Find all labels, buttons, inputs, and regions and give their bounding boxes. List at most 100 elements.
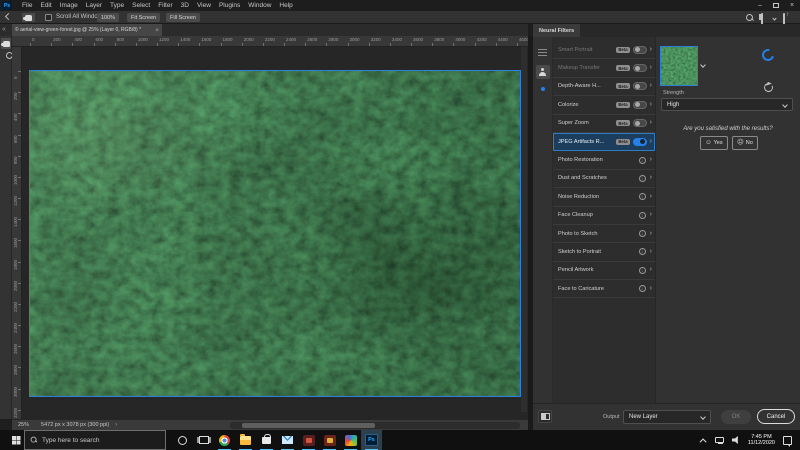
- preview-toggle-button[interactable]: [538, 410, 552, 423]
- taskbar-file-explorer-icon[interactable]: [235, 430, 256, 450]
- menu-layer[interactable]: Layer: [82, 0, 106, 11]
- taskbar-mail-icon[interactable]: [277, 430, 298, 450]
- fit-screen-button[interactable]: Fit Screen: [127, 13, 161, 22]
- collapse-tools-icon[interactable]: «: [2, 26, 6, 34]
- taskbar-cortana-icon[interactable]: [172, 430, 193, 450]
- info-icon[interactable]: [638, 285, 646, 293]
- filter-toggle[interactable]: [632, 45, 647, 54]
- filter-row-face-to-caricature[interactable]: Face to Caricature ›: [553, 280, 655, 299]
- all-filters-icon[interactable]: [538, 49, 547, 56]
- scroll-all-windows-checkbox[interactable]: [45, 14, 52, 21]
- taskbar-app-red-2-icon[interactable]: [319, 430, 340, 450]
- output-value: New Layer: [629, 414, 658, 420]
- taskbar-store-icon[interactable]: [256, 430, 277, 450]
- info-icon[interactable]: [638, 193, 646, 201]
- filter-toggle[interactable]: [632, 137, 647, 146]
- fill-screen-button[interactable]: Fill Screen: [166, 13, 200, 22]
- filter-toggle[interactable]: [632, 82, 647, 91]
- status-menu-chevron-icon[interactable]: ›: [115, 422, 117, 428]
- menu-3d[interactable]: 3D: [177, 0, 193, 11]
- zoom-100-button[interactable]: 100%: [97, 13, 120, 22]
- horizontal-scrollbar-thumb[interactable]: [242, 423, 375, 428]
- filter-row-super-zoom[interactable]: Super Zoom Beta ›: [553, 115, 655, 133]
- menu-image[interactable]: Image: [56, 0, 82, 11]
- clock[interactable]: 7:45 PM 11/12/2020: [748, 434, 775, 447]
- reset-preview-icon[interactable]: [762, 81, 775, 94]
- taskbar-search-input[interactable]: Type here to search: [24, 430, 166, 450]
- info-icon[interactable]: [638, 174, 646, 182]
- taskbar-photoshop-icon[interactable]: Ps: [361, 430, 382, 450]
- filter-row-smart-portrait[interactable]: Smart Portrait Beta ›: [553, 41, 655, 60]
- thumbnail-chevron-icon[interactable]: [700, 62, 706, 68]
- action-center-icon[interactable]: [783, 435, 792, 447]
- hand-tool-preset[interactable]: [22, 13, 35, 22]
- filter-row-pencil-artwork[interactable]: Pencil Artwork ›: [553, 262, 655, 281]
- status-zoom-level[interactable]: 25%: [18, 422, 29, 428]
- filter-row-makeup-transfer[interactable]: Makeup Transfer Beta ›: [553, 59, 655, 78]
- info-icon[interactable]: [638, 230, 646, 238]
- menu-plugins[interactable]: Plugins: [215, 0, 244, 11]
- restore-button[interactable]: [768, 0, 784, 11]
- chevron-right-icon: ›: [649, 119, 652, 127]
- chevron-right-icon: ›: [649, 82, 652, 90]
- menu-help[interactable]: Help: [275, 0, 296, 11]
- info-icon[interactable]: [638, 266, 646, 274]
- filter-row-colorize[interactable]: Colorize Beta ›: [553, 96, 655, 115]
- filter-row-photo-to-sketch[interactable]: Photo to Sketch ›: [553, 225, 655, 244]
- menu-edit[interactable]: Edit: [36, 0, 55, 11]
- taskbar-task-view-icon[interactable]: [193, 430, 214, 450]
- menu-window[interactable]: Window: [244, 0, 275, 11]
- filter-row-photo-restoration[interactable]: Photo Restoration ›: [553, 151, 655, 170]
- horizontal-scrollbar[interactable]: [230, 422, 520, 429]
- menu-file[interactable]: File: [18, 0, 36, 11]
- filter-toggle[interactable]: [632, 100, 647, 109]
- filter-row-face-cleanup[interactable]: Face Cleanup ›: [553, 207, 655, 225]
- filter-row-depth-aware-h[interactable]: Depth-Aware H... Beta ›: [553, 78, 655, 97]
- start-button[interactable]: [0, 430, 24, 450]
- filter-row-sketch-to-portrait[interactable]: Sketch to Portrait ›: [553, 243, 655, 262]
- hand-tool-button[interactable]: [0, 38, 11, 49]
- preview-thumbnail[interactable]: [660, 46, 698, 86]
- close-button[interactable]: ×: [784, 0, 800, 11]
- feedback-no-button[interactable]: ☹ No: [732, 136, 758, 150]
- info-icon[interactable]: [638, 211, 646, 219]
- taskbar-photos-icon[interactable]: [340, 430, 361, 450]
- info-icon[interactable]: [638, 156, 646, 164]
- hand-icon: [0, 40, 10, 47]
- filter-row-dust-and-scratches[interactable]: Dust and Scratches ›: [553, 170, 655, 189]
- tools-strip: [0, 36, 12, 419]
- document-tab[interactable]: © aerial-view-green-forest.jpg @ 25% (La…: [12, 24, 162, 36]
- menu-select[interactable]: Select: [128, 0, 154, 11]
- feedback-yes-button[interactable]: ☺ Yes: [700, 136, 728, 150]
- filter-toggle[interactable]: [632, 119, 647, 128]
- volume-icon[interactable]: [731, 436, 738, 444]
- panel-title-tab[interactable]: Neural Filters: [533, 24, 581, 37]
- chevron-right-icon: ›: [649, 284, 652, 292]
- tab-close-icon[interactable]: ×: [155, 27, 159, 34]
- ok-button[interactable]: OK: [721, 410, 751, 424]
- filter-row-jpeg-artifacts-r[interactable]: JPEG Artifacts R... Beta ›: [553, 132, 655, 152]
- output-dropdown[interactable]: New Layer: [623, 410, 711, 424]
- tray-chevron-up-icon[interactable]: [699, 437, 707, 445]
- vertical-scrollbar[interactable]: [521, 47, 527, 412]
- taskbar-app-red-1-icon[interactable]: [298, 430, 319, 450]
- filter-label: Depth-Aware H...: [558, 83, 601, 90]
- strength-dropdown[interactable]: High: [661, 98, 793, 111]
- beta-badge: Beta: [616, 120, 630, 127]
- photos-glyph: [344, 434, 357, 446]
- menu-type[interactable]: Type: [106, 0, 128, 11]
- document-image[interactable]: [29, 70, 521, 397]
- menu-filter[interactable]: Filter: [154, 0, 176, 11]
- filter-detail-pane: Strength High Are you satisfied with the…: [656, 37, 800, 403]
- network-icon[interactable]: [714, 437, 724, 444]
- minimize-button[interactable]: –: [752, 0, 768, 11]
- taskbar-chrome-icon[interactable]: [214, 430, 235, 450]
- info-icon[interactable]: [638, 248, 646, 256]
- filter-row-noise-reduction[interactable]: Noise Reduction ›: [553, 188, 655, 207]
- cancel-button[interactable]: Cancel: [757, 409, 795, 424]
- portrait-filters-icon[interactable]: [536, 65, 550, 79]
- menu-view[interactable]: View: [193, 0, 215, 11]
- filter-toggle[interactable]: [632, 64, 647, 73]
- chrome-glyph: [219, 434, 230, 446]
- hand-icon: [23, 14, 32, 21]
